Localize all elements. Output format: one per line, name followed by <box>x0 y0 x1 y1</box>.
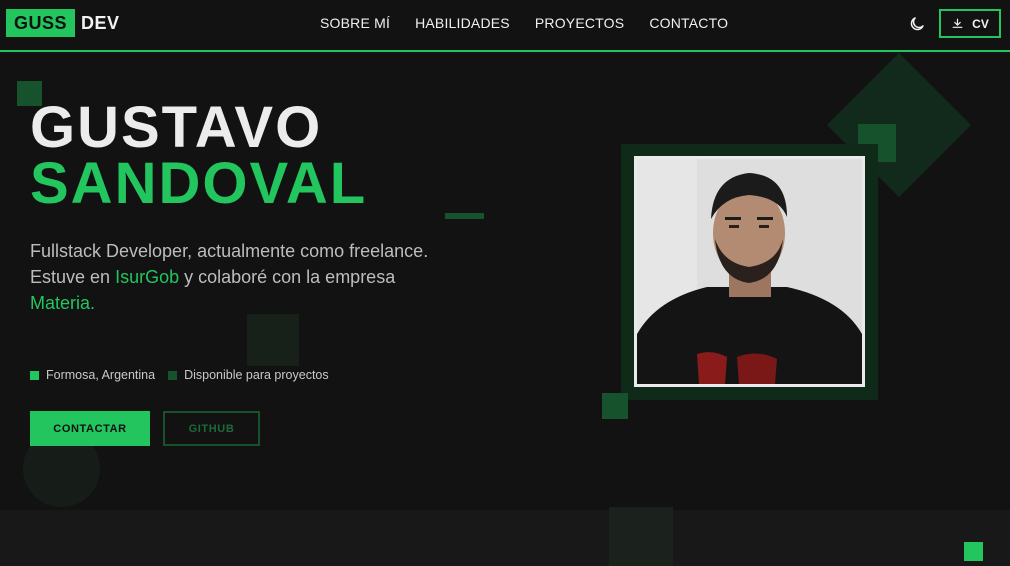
location-item: Formosa, Argentina <box>30 368 155 382</box>
cv-label: CV <box>972 16 989 31</box>
location-marker-icon <box>30 370 39 380</box>
github-button[interactable]: GITHUB <box>163 411 260 446</box>
navbar: GUSS DEV SOBRE MÍ HABILIDADES PROYECTOS … <box>0 0 1010 52</box>
nav-link-sobre-mi[interactable]: SOBRE MÍ <box>320 15 390 31</box>
download-icon <box>952 18 963 28</box>
description-end: . <box>90 293 96 313</box>
logo-primary: GUSS <box>6 9 76 37</box>
last-name: SANDOVAL <box>30 151 368 216</box>
logo-secondary: DEV <box>81 12 120 33</box>
moon-icon <box>910 17 924 31</box>
nav-links: SOBRE MÍ HABILIDADES PROYECTOS CONTACTO <box>320 15 753 31</box>
nav-link-proyectos[interactable]: PROYECTOS <box>535 15 624 31</box>
availability-marker-icon <box>168 370 178 380</box>
first-name: GUSTAVO <box>30 95 323 160</box>
hero-meta: Formosa, Argentina Disponible para proye… <box>30 368 342 382</box>
contact-button[interactable]: CONTACTAR <box>30 411 150 446</box>
theme-toggle[interactable] <box>908 15 926 33</box>
description-line-1: Fullstack Developer, actualmente como fr… <box>30 241 429 261</box>
decorative-line <box>445 213 484 219</box>
availability-item: Disponible para proyectos <box>168 368 329 382</box>
company-isurgob: IsurGob <box>115 267 180 287</box>
decorative-square <box>609 507 673 566</box>
description-part-2: y colaboré con la empresa <box>179 267 396 287</box>
profile-photo <box>634 156 865 387</box>
decorative-square <box>602 393 628 419</box>
download-cv-button[interactable]: CV <box>939 9 1001 38</box>
logo[interactable]: GUSS DEV <box>6 9 120 37</box>
nav-link-habilidades[interactable]: HABILIDADES <box>415 15 510 31</box>
decorative-square <box>247 314 299 366</box>
hero-description: Fullstack Developer, actualmente como fr… <box>30 238 450 316</box>
nav-link-contacto[interactable]: CONTACTO <box>649 15 728 31</box>
next-section <box>0 510 1010 566</box>
page: GUSS DEV SOBRE MÍ HABILIDADES PROYECTOS … <box>0 0 1010 566</box>
description-part-1: Estuve en <box>30 267 116 287</box>
availability-text: Disponible para proyectos <box>184 368 329 382</box>
company-materia: Materia <box>30 293 91 313</box>
location-text: Formosa, Argentina <box>46 368 156 382</box>
decorative-square <box>964 542 983 561</box>
